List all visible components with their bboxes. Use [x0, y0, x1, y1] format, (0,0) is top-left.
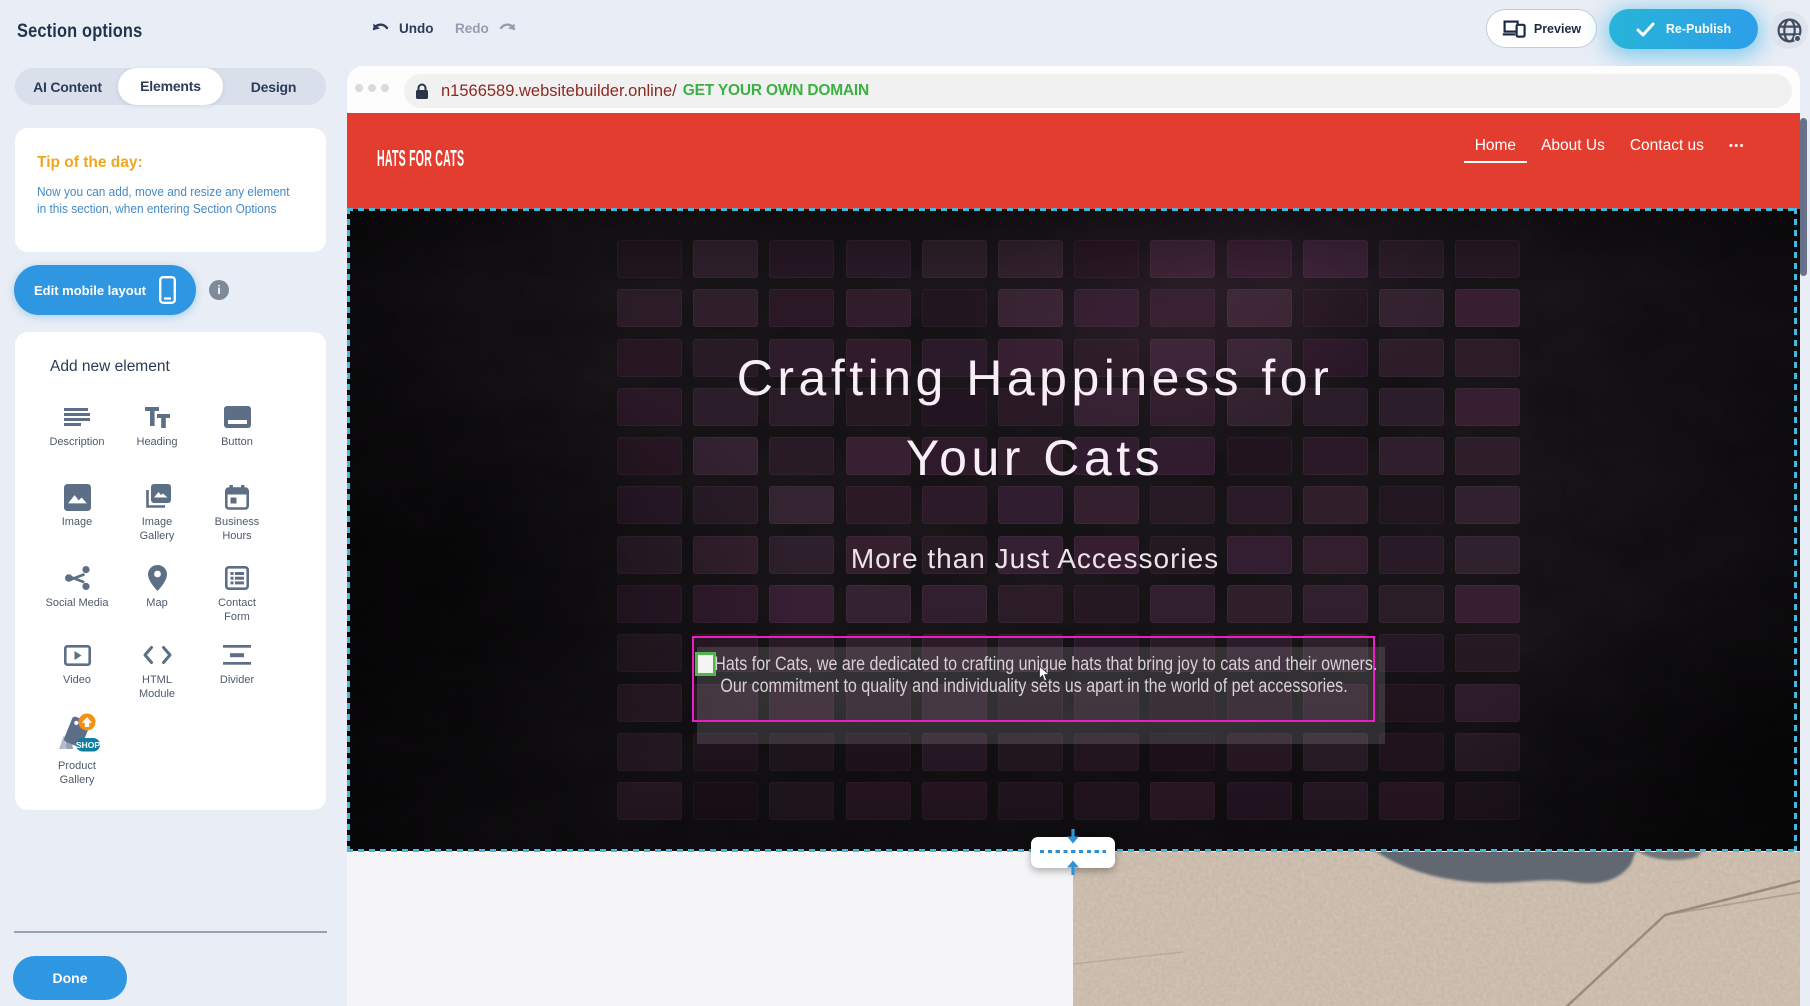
svg-text:SHOP: SHOP: [76, 740, 100, 750]
